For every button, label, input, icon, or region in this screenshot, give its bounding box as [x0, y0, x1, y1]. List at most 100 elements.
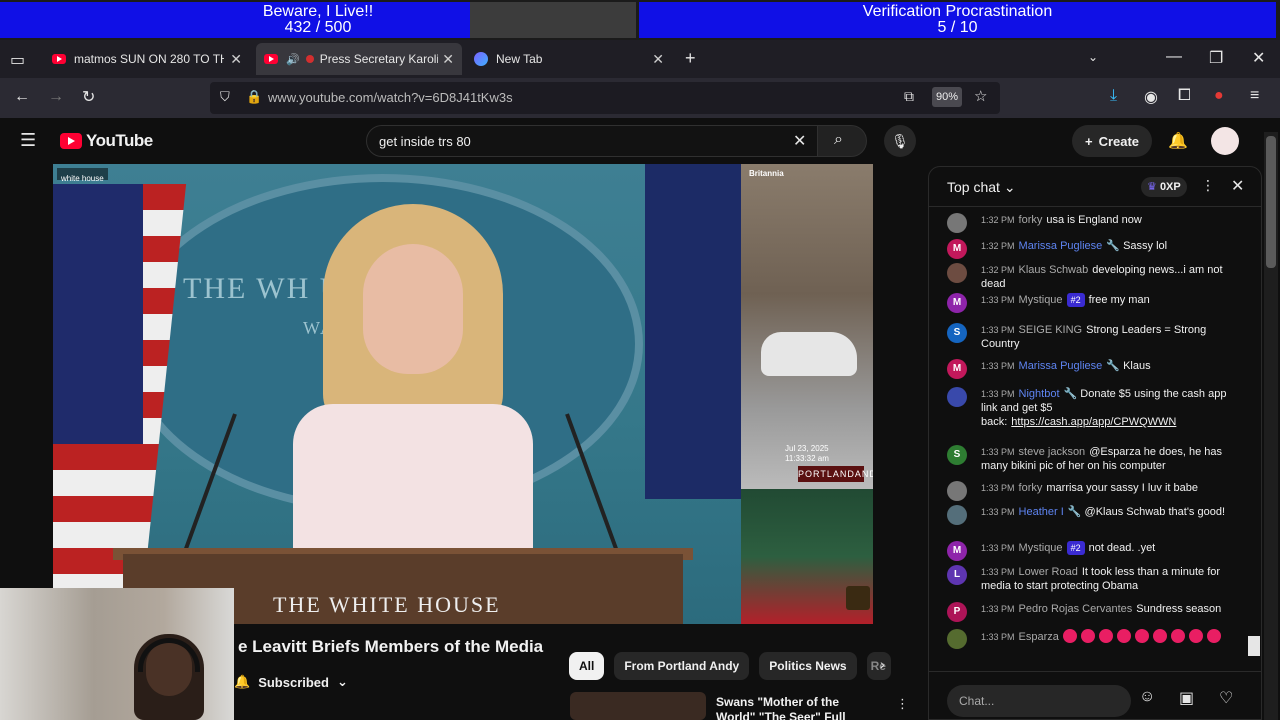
youtube-logo-text[interactable]: YouTube	[86, 131, 153, 151]
address-bar[interactable]: ⛉ 🔒 www.youtube.com/watch?v=6D8J41tKw3s …	[210, 82, 1000, 114]
chevron-down-icon[interactable]: ⌄	[1088, 50, 1098, 64]
super-chat-icon[interactable]: ▣	[1179, 688, 1194, 708]
window-close-icon[interactable]: ✕	[1252, 48, 1265, 68]
chat-message[interactable]: 1:32 PM forky usa is England now	[947, 213, 1237, 233]
hamburger-menu-icon[interactable]: ☰	[20, 130, 36, 151]
close-tab-icon[interactable]: ✕	[442, 51, 454, 68]
chat-message[interactable]: M 1:32 PM Marissa Pugliese 🔧 Sassy lol	[947, 239, 1237, 259]
message-author[interactable]: Lower Road	[1019, 566, 1078, 578]
emoji-icon[interactable]: ☺	[1139, 688, 1155, 706]
extension-badge-icon[interactable]: ●	[1214, 87, 1224, 105]
chat-mode-selector[interactable]: Top chat ⌄	[947, 179, 1016, 196]
avatar[interactable]: M	[947, 293, 967, 313]
chat-message[interactable]: 1:33 PM forky marrisa your sassy I luv it …	[947, 481, 1237, 501]
chat-message[interactable]: S 1:33 PM SEIGE KING Strong Leaders = Stron…	[947, 323, 1237, 351]
avatar[interactable]: M	[947, 359, 967, 379]
avatar[interactable]: P	[947, 602, 967, 622]
chat-message[interactable]: P 1:33 PM Pedro Rojas Cervantes Sundress se…	[947, 602, 1237, 622]
chat-message[interactable]: 1:33 PM Esparza	[947, 629, 1237, 649]
message-author[interactable]: SEIGE KING	[1019, 324, 1083, 336]
avatar[interactable]	[947, 263, 967, 283]
chat-message[interactable]: 1:33 PM Heather I 🔧 @Klaus Schwab that's g…	[947, 505, 1237, 525]
message-author[interactable]: forky	[1019, 482, 1043, 494]
xp-badge[interactable]: ♛ 0XP	[1141, 177, 1187, 197]
chat-message[interactable]: M 1:33 PM Marissa Pugliese 🔧 Klaus	[947, 359, 1237, 379]
chat-message[interactable]: 1:33 PM Nightbot 🔧 Donate $5 using the cas…	[947, 387, 1237, 429]
avatar[interactable]	[1211, 127, 1239, 155]
message-author[interactable]: Marissa Pugliese	[1019, 360, 1103, 372]
recommendation-title[interactable]: Swans "Mother of the World" "The Seer" F…	[716, 695, 876, 720]
avatar[interactable]	[947, 629, 967, 649]
url-text[interactable]: www.youtube.com/watch?v=6D8J41tKw3s	[268, 90, 513, 105]
close-chat-icon[interactable]: ✕	[1231, 176, 1244, 196]
lock-icon[interactable]: 🔒	[246, 89, 262, 105]
message-author[interactable]: Mystique	[1019, 542, 1063, 554]
avatar[interactable]	[947, 481, 967, 501]
message-link[interactable]: https://cash.app/app/CPWQWWN	[1011, 416, 1176, 428]
download-icon[interactable]: ⤓	[1110, 87, 1117, 105]
shield-icon[interactable]: ⛉	[220, 89, 230, 105]
message-author[interactable]: steve jackson	[1019, 446, 1086, 458]
chevron-right-icon[interactable]: ›	[880, 656, 885, 672]
reload-icon[interactable]: ↻	[82, 87, 95, 107]
more-options-icon[interactable]: ⋮	[896, 696, 909, 712]
voice-search-icon[interactable]: 🎙	[884, 125, 916, 157]
subscribed-button[interactable]: 🔔 Subscribed ⌄	[234, 674, 348, 690]
speaker-icon[interactable]: 🔊	[286, 53, 300, 66]
tab-list-icon[interactable]: ▭	[10, 50, 25, 70]
search-query[interactable]: get inside trs 80	[379, 134, 471, 149]
chat-scroll-thumb[interactable]	[1248, 636, 1260, 656]
chat-message[interactable]: L 1:33 PM Lower Road It took less than a mi…	[947, 565, 1237, 593]
video-player[interactable]: THE WH USE WAS THE WHITE HOUSE white hou…	[53, 164, 873, 624]
message-author[interactable]: Marissa Pugliese	[1019, 240, 1103, 252]
page-scroll-thumb[interactable]	[1266, 136, 1276, 268]
close-tab-icon[interactable]: ✕	[230, 51, 242, 68]
recommendation-thumbnail[interactable]	[570, 692, 706, 720]
avatar[interactable]: L	[947, 565, 967, 585]
chat-more-icon[interactable]: ⋮	[1201, 177, 1215, 194]
chip-all[interactable]: All	[569, 652, 605, 680]
avatar[interactable]: S	[947, 323, 967, 343]
extensions-icon[interactable]: ⧠	[1178, 87, 1191, 105]
message-author[interactable]: Klaus Schwab	[1019, 264, 1089, 276]
avatar[interactable]	[947, 387, 967, 407]
minimize-icon[interactable]: —	[1166, 48, 1182, 66]
search-input[interactable]: get inside trs 80 ✕	[366, 125, 818, 157]
message-author[interactable]: Nightbot	[1019, 388, 1060, 400]
forward-icon[interactable]: →	[48, 88, 64, 106]
create-button[interactable]: + Create	[1072, 125, 1152, 157]
message-author[interactable]: Mystique	[1019, 294, 1063, 306]
chat-message[interactable]: 1:32 PM Klaus Schwab developing news...i a…	[947, 263, 1237, 291]
tab-matmos[interactable]: matmos SUN ON 280 TO THE 1 ✕	[44, 43, 250, 75]
chat-message[interactable]: M 1:33 PM Mystique #2 free my man	[947, 293, 1237, 313]
chat-input[interactable]: Chat...	[947, 685, 1131, 717]
chat-message[interactable]: S 1:33 PM steve jackson @Esparza he does, h…	[947, 445, 1237, 473]
picture-in-picture-icon[interactable]: ⧉	[904, 88, 914, 105]
message-author[interactable]: Heather I	[1019, 506, 1064, 518]
back-icon[interactable]: ←	[14, 88, 30, 106]
chip-politics-news[interactable]: Politics News	[759, 652, 857, 680]
account-icon[interactable]: ◉	[1144, 87, 1158, 107]
tab-press-secretary[interactable]: 🔊 Press Secretary Karoline ✕	[256, 43, 462, 75]
avatar[interactable]: M	[947, 541, 967, 561]
close-tab-icon[interactable]: ✕	[652, 51, 664, 68]
zoom-level[interactable]: 90%	[932, 87, 962, 107]
search-button[interactable]: ⌕	[817, 125, 867, 157]
chip-portland-andy[interactable]: From Portland Andy	[614, 652, 750, 680]
chip-related[interactable]: Re	[866, 652, 891, 680]
restore-icon[interactable]: ❐	[1209, 48, 1223, 68]
notifications-bell-icon[interactable]: 🔔	[1168, 131, 1188, 151]
clear-search-icon[interactable]: ✕	[793, 131, 806, 151]
message-author[interactable]: Pedro Rojas Cervantes	[1019, 603, 1133, 615]
message-author[interactable]: forky	[1019, 214, 1043, 226]
message-author[interactable]: Esparza	[1019, 631, 1059, 643]
menu-icon[interactable]: ≡	[1250, 87, 1259, 105]
avatar[interactable]	[947, 505, 967, 525]
chat-message[interactable]: M 1:33 PM Mystique #2 not dead. .yet	[947, 541, 1237, 561]
avatar[interactable]	[947, 213, 967, 233]
heart-icon[interactable]: ♡	[1219, 688, 1233, 708]
avatar[interactable]: M	[947, 239, 967, 259]
bookmark-star-icon[interactable]: ☆	[974, 87, 987, 105]
new-tab-icon[interactable]: +	[685, 48, 696, 69]
tab-new-tab[interactable]: New Tab ✕	[466, 43, 672, 75]
